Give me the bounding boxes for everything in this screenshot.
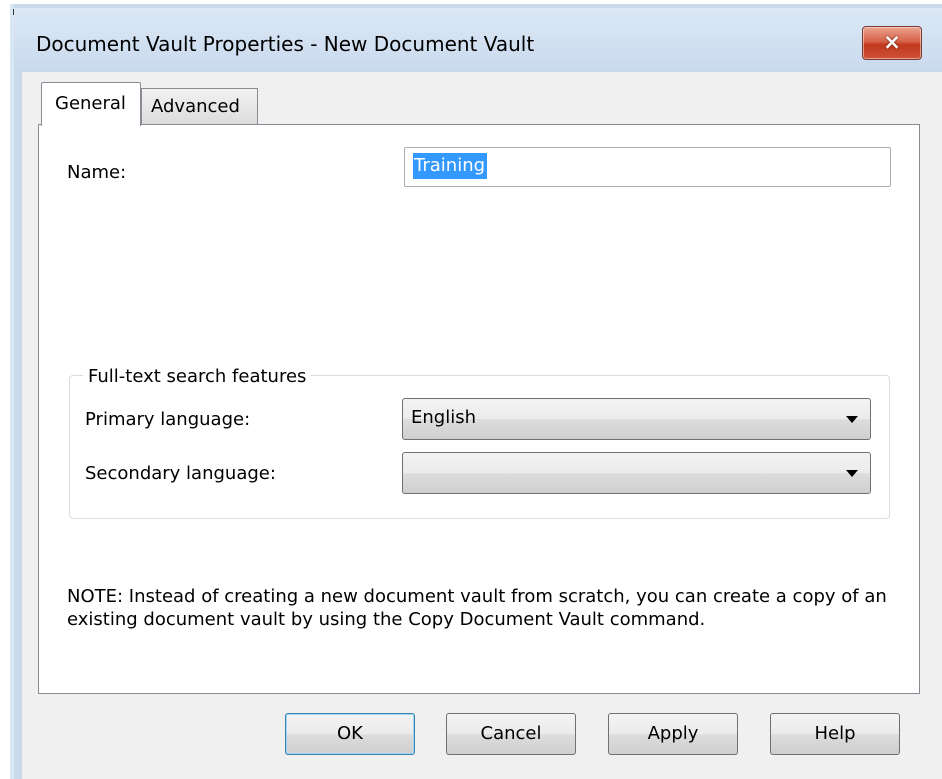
title-bar[interactable]: Document Vault Properties - New Document… — [14, 8, 942, 72]
tab-general-label: General — [55, 93, 126, 114]
chevron-down-icon — [846, 416, 858, 423]
fulltext-search-group-title: Full-text search features — [83, 366, 312, 387]
dialog-client-area: General Advanced Name: Training Full-tex… — [22, 72, 942, 779]
tab-advanced-label: Advanced — [151, 96, 240, 117]
name-input[interactable]: Training — [404, 147, 891, 187]
cancel-button[interactable]: Cancel — [446, 713, 576, 755]
general-tab-panel: Name: Training Full-text search features… — [38, 124, 920, 694]
chevron-down-icon — [846, 470, 858, 477]
tab-advanced[interactable]: Advanced — [141, 88, 258, 124]
ok-button[interactable]: OK — [285, 713, 415, 755]
secondary-language-label: Secondary language: — [85, 463, 276, 484]
note-text: NOTE: Instead of creating a new document… — [67, 586, 887, 630]
close-button[interactable]: × — [862, 26, 922, 60]
close-icon: × — [883, 30, 901, 54]
window-top-edge — [0, 0, 942, 4]
window-title: Document Vault Properties - New Document… — [36, 32, 535, 56]
name-label: Name: — [67, 162, 127, 183]
primary-language-select[interactable]: English — [402, 398, 871, 440]
name-input-value: Training — [413, 153, 488, 179]
apply-button[interactable]: Apply — [608, 713, 738, 755]
tab-general[interactable]: General — [41, 82, 141, 126]
fulltext-search-groupbox — [69, 375, 890, 519]
window-frame-edge — [0, 0, 14, 779]
primary-language-value: English — [411, 407, 476, 428]
secondary-language-select[interactable] — [402, 452, 871, 494]
help-button[interactable]: Help — [770, 713, 900, 755]
primary-language-label: Primary language: — [85, 409, 251, 430]
dialog-window: Document Vault Properties - New Document… — [0, 0, 942, 779]
